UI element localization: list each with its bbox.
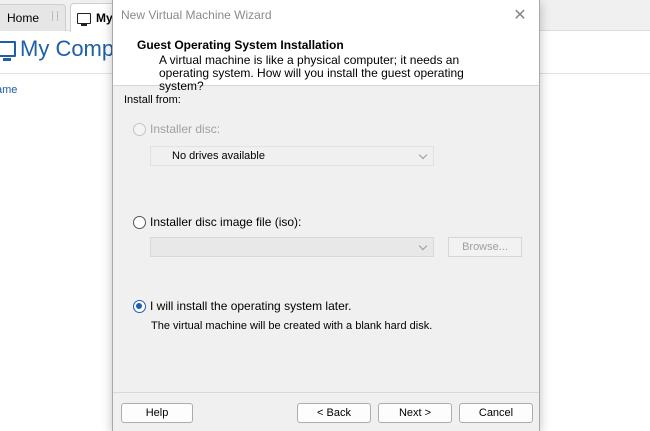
next-button[interactable]: Next >: [378, 403, 452, 423]
iso-label: Installer disc image file (iso):: [150, 215, 302, 229]
iso-path-input[interactable]: [150, 237, 434, 257]
back-button[interactable]: < Back: [297, 403, 371, 423]
chevron-down-icon: [417, 241, 429, 253]
dialog-title: New Virtual Machine Wizard: [121, 8, 272, 22]
browse-button[interactable]: Browse...: [448, 237, 522, 257]
chevron-down-icon: [417, 150, 429, 162]
install-later-note: The virtual machine will be created with…: [151, 320, 433, 332]
wizard-banner: Guest Operating System Installation A vi…: [113, 30, 539, 93]
install-later-radio[interactable]: [133, 299, 146, 313]
cancel-button[interactable]: Cancel: [459, 403, 533, 423]
new-vm-wizard-dialog: New Virtual Machine Wizard ✕ Guest Opera…: [112, 0, 540, 431]
column-header-name[interactable]: ame: [0, 84, 17, 96]
install-later-label: I will install the operating system late…: [150, 299, 352, 313]
help-button[interactable]: Help: [121, 403, 193, 423]
dialog-footer: Help < Back Next > Cancel: [113, 392, 539, 431]
install-later-option[interactable]: I will install the operating system late…: [133, 299, 351, 313]
iso-option[interactable]: Installer disc image file (iso):: [133, 215, 301, 229]
dialog-titlebar[interactable]: New Virtual Machine Wizard ✕: [113, 0, 539, 30]
tab-my-computer-label: My: [96, 11, 113, 25]
computer-icon: [0, 41, 16, 61]
close-button[interactable]: ✕: [507, 3, 533, 27]
page-title-text: My Compu: [20, 36, 127, 61]
installer-disc-radio[interactable]: [133, 122, 146, 136]
banner-heading: Guest Operating System Installation: [137, 38, 344, 52]
iso-radio[interactable]: [133, 215, 146, 229]
page-title: My Compu: [0, 36, 126, 62]
installer-disc-label: Installer disc:: [150, 122, 221, 136]
installer-disc-dropdown-value: No drives available: [172, 150, 265, 162]
tab-grip: [52, 11, 58, 21]
installer-disc-dropdown[interactable]: No drives available: [150, 146, 434, 166]
close-icon: ✕: [513, 7, 527, 24]
tab-home-label: Home: [7, 11, 40, 25]
monitor-icon: [77, 12, 91, 26]
wizard-content: Install from: Installer disc: No drives …: [113, 86, 539, 392]
installer-disc-option[interactable]: Installer disc:: [133, 122, 220, 136]
install-from-label: Install from:: [124, 94, 181, 106]
